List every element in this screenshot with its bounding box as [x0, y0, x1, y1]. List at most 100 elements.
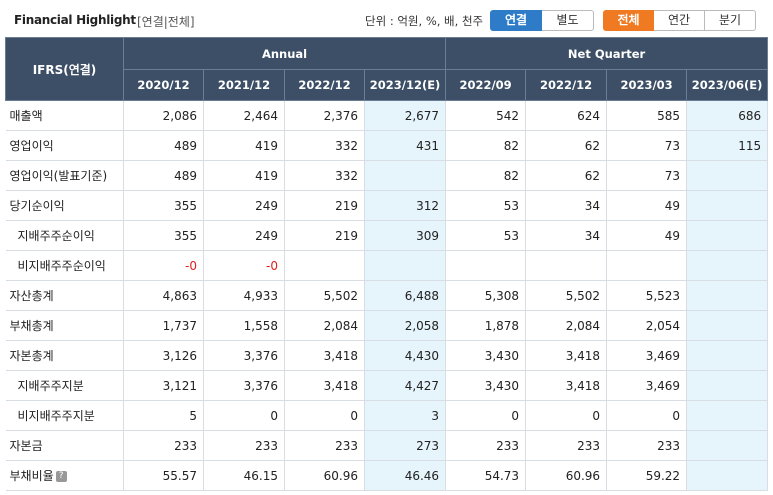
table-cell: 2,376	[284, 100, 365, 131]
table-cell: 2,054	[606, 310, 688, 341]
table-cell: 0	[525, 400, 608, 431]
help-icon[interactable]: ?	[55, 471, 67, 482]
table-cell: 419	[203, 130, 285, 161]
table-cell: 34	[525, 190, 608, 221]
table-cell	[686, 430, 769, 461]
row-label: 비지배주주지분	[5, 400, 124, 431]
table-cell: 233	[203, 430, 285, 461]
table-cell: 2,058	[364, 310, 447, 341]
table-cell	[364, 250, 447, 281]
annual-group-header: Annual	[122, 37, 447, 70]
table-cell: 585	[606, 100, 688, 131]
table-cell: 2,464	[203, 100, 285, 131]
table-cell: 542	[445, 100, 527, 131]
table-cell: 3	[364, 400, 447, 431]
table-cell: 1,558	[203, 310, 285, 341]
row-label: 부채비율?	[5, 460, 124, 491]
row-label-text: 비지배주주순이익	[17, 259, 106, 273]
table-cell: 1,878	[445, 310, 527, 341]
table-cell: 0	[203, 400, 285, 431]
period-toggle: 전체 연간 분기	[603, 10, 756, 31]
table-cell: 73	[606, 130, 688, 161]
table-cell: 0	[445, 400, 527, 431]
table-cell: 332	[284, 160, 365, 191]
table-cell: 5	[123, 400, 204, 431]
table-cell: 686	[686, 100, 769, 131]
table-cell	[686, 220, 769, 251]
row-label-text: 당기순이익	[9, 199, 65, 213]
table-cell	[525, 250, 608, 281]
table-row: 영업이익 489 419 332 431 82 62 73 115	[5, 130, 769, 161]
table-cell: 3,121	[123, 370, 204, 401]
table-cell: 46.46	[364, 460, 447, 491]
table-cell: 49	[606, 190, 688, 221]
table-cell: 46.15	[203, 460, 285, 491]
table-cell: 489	[123, 130, 204, 161]
table-row: 영업이익(발표기준) 489 419 332 82 62 73	[5, 160, 769, 191]
table-cell: 62	[525, 130, 608, 161]
table-cell: -0	[203, 250, 285, 281]
table-cell	[284, 250, 365, 281]
scope-label: [연결|전체]	[137, 15, 195, 29]
table-cell: 60.96	[284, 460, 365, 491]
row-label: 비지배주주순이익	[5, 250, 124, 281]
table-cell: 6,488	[364, 280, 447, 311]
table-cell: 82	[445, 160, 527, 191]
table-cell: 624	[525, 100, 608, 131]
table-cell: 249	[203, 190, 285, 221]
table-cell	[686, 400, 769, 431]
column-header: 2022/09	[445, 69, 527, 101]
table-cell: 60.96	[525, 460, 608, 491]
table-row: 매출액 2,086 2,464 2,376 2,677 542 624 585 686	[5, 100, 769, 131]
row-label-text: 매출액	[9, 109, 43, 123]
table-cell: 3,418	[525, 370, 608, 401]
row-label: 부채총계	[5, 310, 124, 341]
column-header: 2021/12	[203, 69, 285, 101]
table-row: 지배주주지분 3,121 3,376 3,418 4,427 3,430 3,418 3,46…	[5, 370, 769, 401]
period-annual-button[interactable]: 연간	[654, 10, 705, 31]
table-cell: 53	[445, 220, 527, 251]
table-cell: 3,469	[606, 370, 688, 401]
table-cell: 3,376	[203, 370, 285, 401]
table-cell: 3,418	[525, 340, 608, 371]
table-row: 지배주주순이익 355 249 219 309 53 34 49	[5, 220, 769, 251]
row-label: 자본금	[5, 430, 124, 461]
table-row: 부채총계 1,737 1,558 2,084 2,058 1,878 2,084 2,054	[5, 310, 769, 341]
table-cell: 4,863	[123, 280, 204, 311]
table-cell: 2,084	[284, 310, 365, 341]
ifrs-corner-header: IFRS(연결)	[5, 37, 124, 101]
table-cell: 4,427	[364, 370, 447, 401]
row-label-text: 자본금	[9, 439, 43, 453]
table-cell: 489	[123, 160, 204, 191]
table-cell: 49	[606, 220, 688, 251]
row-label-text: 자산총계	[9, 289, 54, 303]
table-cell	[686, 460, 769, 491]
table-cell: 62	[525, 160, 608, 191]
table-cell: 2,677	[364, 100, 447, 131]
period-quarter-button[interactable]: 분기	[705, 10, 756, 31]
row-label: 지배주주순이익	[5, 220, 124, 251]
table-row: 비지배주주지분 5 0 0 3 0 0 0	[5, 400, 769, 431]
table-cell: 219	[284, 190, 365, 221]
table-cell	[686, 310, 769, 341]
table-cell: 233	[445, 430, 527, 461]
consolidated-button[interactable]: 연결	[490, 10, 542, 31]
financial-table-container: IFRS(연결) Annual Net Quarter 2020/12 2021/…	[5, 37, 769, 491]
table-cell: 55.57	[123, 460, 204, 491]
table-cell	[606, 250, 688, 281]
row-label: 자본총계	[5, 340, 124, 371]
table-cell	[364, 160, 447, 191]
table-cell: 3,418	[284, 370, 365, 401]
period-all-button[interactable]: 전체	[603, 10, 654, 31]
table-cell: 0	[606, 400, 688, 431]
separate-button[interactable]: 별도	[542, 10, 594, 31]
table-cell: 115	[686, 130, 769, 161]
table-cell: 34	[525, 220, 608, 251]
row-label: 매출액	[5, 100, 124, 131]
table-cell: 73	[606, 160, 688, 191]
quarter-group-header: Net Quarter	[445, 37, 769, 70]
section-title: Financial Highlight	[14, 13, 136, 27]
table-cell: 355	[123, 190, 204, 221]
row-label: 영업이익(발표기준)	[5, 160, 124, 191]
table-cell: 233	[284, 430, 365, 461]
